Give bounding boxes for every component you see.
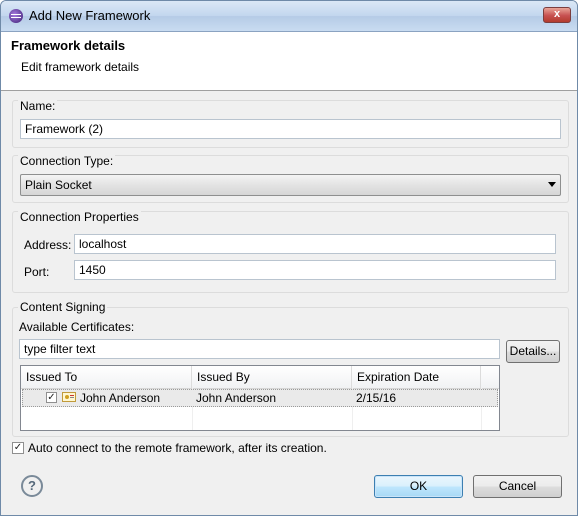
address-input[interactable]: localhost (74, 234, 556, 254)
table-header: Issued To Issued By Expiration Date (21, 366, 499, 389)
header-subtitle: Edit framework details (21, 60, 140, 74)
dialog-header: Framework details Edit framework details (1, 32, 577, 91)
dialog-window: Add New Framework x Framework details Ed… (0, 0, 578, 516)
certificate-filter-input[interactable]: type filter text (19, 339, 500, 359)
help-icon[interactable]: ? (21, 475, 43, 497)
connection-type-value: Plain Socket (25, 178, 92, 192)
column-header-expiration-date[interactable]: Expiration Date (352, 366, 481, 388)
eclipse-icon (9, 9, 23, 23)
issued-to-cell: John Anderson (80, 391, 161, 405)
certificates-table: Issued To Issued By Expiration Date ✓ Jo… (20, 365, 500, 431)
footer-divider (1, 464, 577, 465)
table-row[interactable]: ✓ John Anderson John Anderson 2/15/16 (22, 389, 498, 407)
details-button[interactable]: Details... (506, 340, 560, 363)
issued-by-cell: John Anderson (196, 391, 277, 405)
certificate-checkbox[interactable]: ✓ (46, 392, 57, 403)
close-button[interactable]: x (543, 7, 571, 23)
port-label: Port: (24, 265, 50, 279)
dropdown-arrow-icon (548, 182, 556, 187)
available-certificates-label: Available Certificates: (19, 320, 135, 334)
expiration-cell: 2/15/16 (356, 391, 397, 405)
connection-type-label: Connection Type: (18, 154, 116, 168)
cancel-button[interactable]: Cancel (473, 475, 562, 498)
header-title: Framework details (11, 38, 126, 53)
name-input[interactable]: Framework (2) (20, 119, 561, 139)
content-signing-label: Content Signing (18, 300, 108, 314)
connection-properties-label: Connection Properties (18, 210, 141, 224)
title-bar[interactable]: Add New Framework x (1, 1, 577, 32)
certificate-icon (62, 392, 76, 402)
port-input[interactable]: 1450 (74, 260, 556, 280)
window-title: Add New Framework (29, 8, 151, 23)
column-header-issued-by[interactable]: Issued By (192, 366, 352, 388)
auto-connect-label: Auto connect to the remote framework, af… (28, 441, 327, 455)
column-header-issued-to[interactable]: Issued To (21, 366, 192, 388)
ok-button[interactable]: OK (374, 475, 463, 498)
name-label: Name: (18, 99, 58, 113)
auto-connect-checkbox[interactable]: ✓ (12, 442, 24, 454)
connection-type-select[interactable]: Plain Socket (20, 174, 561, 196)
address-label: Address: (24, 238, 72, 252)
